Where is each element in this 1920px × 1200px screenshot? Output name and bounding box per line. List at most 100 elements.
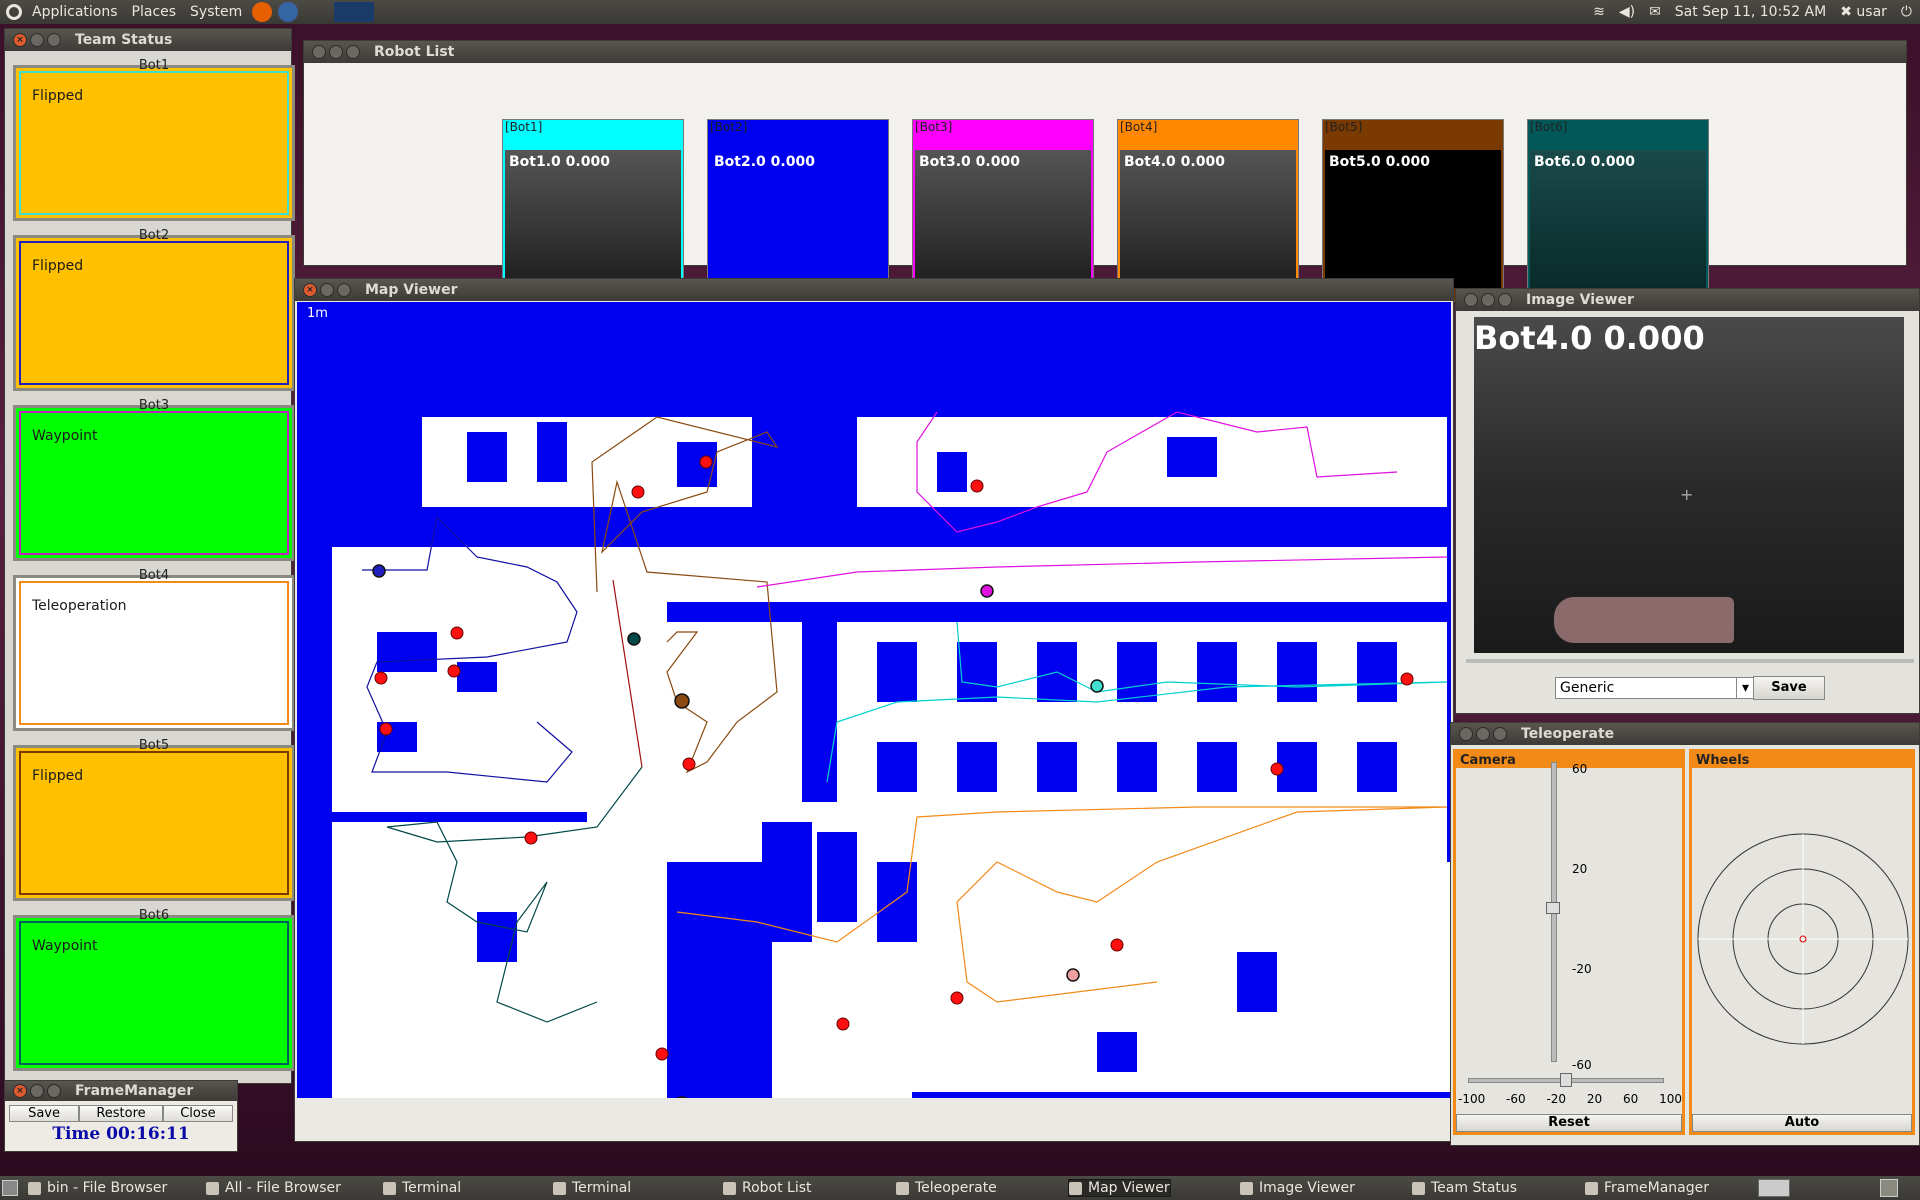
taskbar-item[interactable]: Robot List xyxy=(723,1179,812,1197)
camera-feed[interactable]: Bot4.0 0.000 + xyxy=(1474,317,1904,653)
maximize-icon[interactable] xyxy=(47,1084,61,1098)
wheel-joystick[interactable] xyxy=(1696,832,1910,1046)
occupancy-map xyxy=(332,411,1451,1098)
maximize-icon[interactable] xyxy=(47,33,61,47)
clock[interactable]: Sat Sep 11, 10:52 AM xyxy=(1675,4,1826,20)
volume-icon[interactable]: ◀) xyxy=(1619,4,1635,20)
close-icon[interactable] xyxy=(1459,727,1473,741)
user-menu[interactable]: ✖ usar xyxy=(1840,4,1887,20)
taskbar-item[interactable]: All - File Browser xyxy=(206,1179,341,1197)
robot-card-bot1[interactable]: [Bot1] Bot1.0 0.000 xyxy=(502,119,684,302)
map-viewer-titlebar[interactable]: × Map Viewer xyxy=(295,279,1453,301)
places-menu[interactable]: Places xyxy=(128,4,181,20)
close-icon[interactable] xyxy=(312,45,326,59)
camera-panel: Camera 60 20 -20 -60 -100 -60 -20 20 60 … xyxy=(1453,749,1685,1135)
status-card-bot4[interactable]: Bot4 Teleoperation xyxy=(13,568,295,731)
frame-close-button[interactable]: Close xyxy=(162,1105,233,1122)
taskbar-item[interactable]: Team Status xyxy=(1412,1179,1517,1197)
minimize-icon[interactable] xyxy=(1476,727,1490,741)
status-bot-name: Bot6 xyxy=(138,908,170,923)
taskbar-item[interactable]: FrameManager xyxy=(1585,1179,1709,1197)
trash-icon[interactable] xyxy=(1880,1179,1898,1197)
bot2-marker xyxy=(372,564,386,578)
window-icon xyxy=(1585,1181,1598,1195)
status-card-bot2[interactable]: Bot2 Flipped xyxy=(13,228,295,391)
taskbar-item[interactable]: bin - File Browser xyxy=(28,1179,167,1197)
close-icon[interactable]: × xyxy=(13,33,27,47)
frame-manager-titlebar[interactable]: × FrameManager xyxy=(5,1081,237,1101)
applications-menu[interactable]: Applications xyxy=(28,4,122,20)
system-menu[interactable]: System xyxy=(186,4,246,20)
robot-card-caption: [Bot1] xyxy=(505,120,543,134)
map-canvas[interactable]: 1m xyxy=(297,302,1451,1098)
minimize-icon[interactable] xyxy=(30,33,44,47)
robot-thumbnail: Bot2.0 0.000 xyxy=(710,150,886,288)
firefox-icon[interactable] xyxy=(252,2,273,22)
ubuntu-logo-icon[interactable] xyxy=(6,4,22,20)
wifi-icon[interactable]: ≋ xyxy=(1593,4,1605,20)
taskbar-item[interactable]: Terminal xyxy=(553,1179,631,1197)
teleoperate-titlebar[interactable]: Teleoperate xyxy=(1451,723,1919,745)
window-title: Image Viewer xyxy=(1526,292,1634,308)
mail-icon[interactable]: ✉ xyxy=(1649,4,1661,20)
status-card-bot5[interactable]: Bot5 Flipped xyxy=(13,738,295,901)
team-status-titlebar[interactable]: × Team Status xyxy=(5,29,291,51)
camera-preset-select[interactable]: Generic ▾ xyxy=(1555,677,1755,699)
power-icon[interactable]: ⏻ xyxy=(1901,4,1912,20)
minimize-icon[interactable] xyxy=(329,45,343,59)
tilt-tick: -20 xyxy=(1572,962,1592,976)
tilt-tick: 20 xyxy=(1572,862,1588,876)
status-card-bot1[interactable]: Bot1 Flipped xyxy=(13,58,295,221)
image-save-button[interactable]: Save xyxy=(1753,676,1825,700)
wheels-auto-button[interactable]: Auto xyxy=(1692,1114,1912,1132)
bot6-marker xyxy=(627,632,641,646)
robot-card-bot2[interactable]: [Bot2] Bot2.0 0.000 xyxy=(707,119,889,302)
robot-thumbnail: Bot4.0 0.000 xyxy=(1120,150,1296,288)
minimize-icon[interactable] xyxy=(30,1084,44,1098)
window-icon xyxy=(206,1181,219,1195)
screenshot-applet-icon[interactable] xyxy=(334,2,375,22)
camera-reset-button[interactable]: Reset xyxy=(1456,1114,1682,1132)
taskbar-item[interactable]: Image Viewer xyxy=(1240,1179,1355,1197)
robot-list-titlebar[interactable]: Robot List xyxy=(304,41,1906,63)
maximize-icon[interactable] xyxy=(337,283,351,297)
status-card-bot6[interactable]: Bot6 Waypoint xyxy=(13,908,295,1071)
close-icon[interactable] xyxy=(1464,293,1478,307)
top-panel: Applications Places System ≋ ◀) ✉ Sat Se… xyxy=(0,0,1920,24)
maximize-icon[interactable] xyxy=(1493,727,1507,741)
status-label: Waypoint xyxy=(32,428,98,444)
pan-slider[interactable] xyxy=(1466,659,1914,663)
taskbar-item-label: Map Viewer xyxy=(1088,1180,1170,1196)
tilt-slider-thumb[interactable] xyxy=(1546,902,1560,914)
help-icon[interactable] xyxy=(278,2,299,22)
pan-slider-thumb[interactable] xyxy=(1560,1073,1572,1087)
status-label: Flipped xyxy=(32,768,84,784)
robot-card-bot6[interactable]: [Bot6] Bot6.0 0.000 xyxy=(1527,119,1709,302)
robot-card-bot3[interactable]: [Bot3] Bot3.0 0.000 xyxy=(912,119,1094,302)
window-title: Robot List xyxy=(374,44,455,60)
status-label: Teleoperation xyxy=(32,598,127,614)
chevron-down-icon[interactable]: ▾ xyxy=(1736,678,1754,698)
minimize-icon[interactable] xyxy=(1481,293,1495,307)
close-icon[interactable]: × xyxy=(13,1084,27,1098)
maximize-icon[interactable] xyxy=(346,45,360,59)
robot-card-bot5[interactable]: [Bot5] Bot5.0 0.000 xyxy=(1322,119,1504,302)
taskbar-item[interactable]: Terminal xyxy=(383,1179,461,1197)
robot-thumbnail-label: Bot3.0 0.000 xyxy=(919,154,1020,170)
frame-restore-button[interactable]: Restore xyxy=(79,1105,163,1122)
robot-card-bot4[interactable]: [Bot4] Bot4.0 0.000 xyxy=(1117,119,1299,302)
robot-thumbnail: Bot3.0 0.000 xyxy=(915,150,1091,288)
show-desktop-icon[interactable] xyxy=(2,1180,18,1196)
minimize-icon[interactable] xyxy=(320,283,334,297)
status-card-bot3[interactable]: Bot3 Waypoint xyxy=(13,398,295,561)
taskbar-item[interactable]: Teleoperate xyxy=(896,1179,997,1197)
workspace-switcher[interactable] xyxy=(1758,1179,1790,1197)
map-scale-label: 1m xyxy=(307,306,328,321)
robot-thumbnail: Bot6.0 0.000 xyxy=(1530,150,1706,288)
taskbar-item-label: bin - File Browser xyxy=(47,1180,168,1196)
frame-save-button[interactable]: Save xyxy=(9,1105,80,1122)
taskbar-item[interactable]: Map Viewer xyxy=(1068,1179,1171,1197)
close-icon[interactable]: × xyxy=(303,283,317,297)
maximize-icon[interactable] xyxy=(1498,293,1512,307)
image-viewer-titlebar[interactable]: Image Viewer xyxy=(1456,289,1919,311)
